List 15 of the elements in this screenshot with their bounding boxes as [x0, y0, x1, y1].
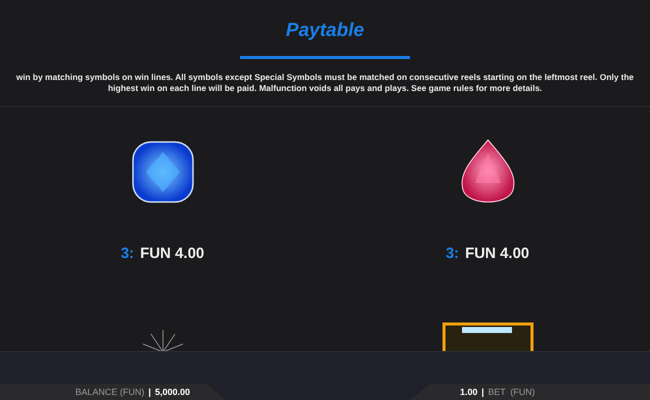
bet-value: 1.00 — [460, 387, 478, 397]
payout-amount: FUN 4.00 — [465, 245, 530, 262]
separator: | — [148, 387, 151, 397]
paytable-description: win by matching symbols on win lines. All symbols except Special Symbols must be matched on consecutive reels starting on the leftmost reel. Only the highest win on each line will be paid. Malfunction voids all pays and plays. See game rules for more details. — [15, 72, 635, 94]
balance-label: BALANCE (FUN) — [75, 387, 144, 397]
symbol-count: 3: — [120, 245, 134, 262]
symbol-count: 3: — [446, 245, 460, 262]
framed-symbol-icon — [442, 322, 534, 351]
payout-amount: FUN 4.00 — [140, 245, 204, 262]
bet-label: BET (FUN) — [488, 387, 535, 397]
balance-value: 5,000.00 — [154, 387, 190, 397]
separator: | — [482, 387, 484, 397]
paytable-title: Paytable — [286, 20, 364, 42]
cushion-gem-icon — [132, 141, 194, 203]
teardrop-gem-icon — [460, 139, 514, 205]
